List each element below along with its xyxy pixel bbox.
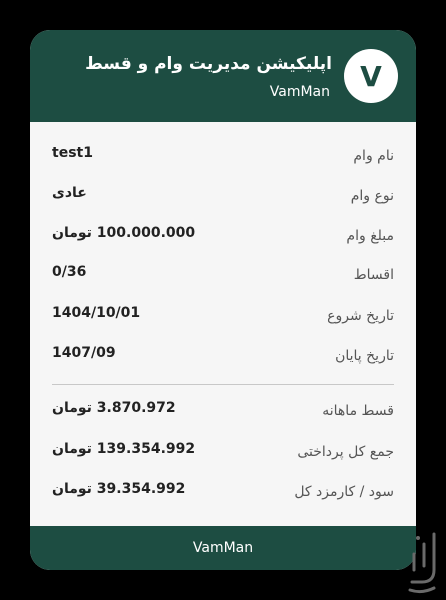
total-interest-label: سود / کارمزد کل bbox=[294, 484, 394, 500]
installments-value: 0/36 bbox=[52, 264, 87, 280]
loan-amount-value: 100.000.000 تومان bbox=[52, 225, 196, 241]
loan-type-value: عادی bbox=[52, 185, 87, 201]
loan-summary-card: V اپلیکیشن مدیریت وام و قسط VamMan نام و… bbox=[30, 30, 416, 570]
monthly-installment-label: قسط ماهانه bbox=[322, 403, 394, 419]
detail-row-loan-amount: مبلغ وام 100.000.000 تومان bbox=[52, 225, 394, 254]
bazaar-logo-icon bbox=[408, 532, 436, 594]
end-date-value: 1407/09 bbox=[52, 345, 116, 361]
summary-row-monthly-installment: قسط ماهانه 3.870.972 تومان bbox=[52, 400, 394, 429]
total-payment-value: 139.354.992 تومان bbox=[52, 441, 196, 457]
loan-type-label: نوع وام bbox=[350, 188, 394, 204]
installments-label: اقساط bbox=[353, 267, 394, 283]
detail-row-loan-type: نوع وام عادی bbox=[52, 185, 394, 214]
card-header: V اپلیکیشن مدیریت وام و قسط VamMan bbox=[30, 30, 416, 122]
end-date-label: تاریخ پایان bbox=[335, 348, 394, 364]
app-title: اپلیکیشن مدیریت وام و قسط bbox=[85, 54, 332, 74]
total-interest-value: 39.354.992 تومان bbox=[52, 481, 186, 497]
start-date-value: 1404/10/01 bbox=[52, 305, 141, 321]
detail-row-installments: اقساط 0/36 bbox=[52, 264, 394, 293]
start-date-label: تاریخ شروع bbox=[327, 308, 394, 324]
monthly-installment-value: 3.870.972 تومان bbox=[52, 400, 176, 416]
detail-row-start-date: تاریخ شروع 1404/10/01 bbox=[52, 305, 394, 334]
summary-row-total-interest: سود / کارمزد کل 39.354.992 تومان bbox=[52, 481, 394, 510]
section-divider bbox=[52, 384, 394, 385]
total-payment-label: جمع کل پرداختی bbox=[297, 444, 394, 460]
card-footer: VamMan bbox=[30, 526, 416, 570]
app-subtitle: VamMan bbox=[269, 84, 330, 100]
app-logo-icon: V bbox=[344, 49, 398, 103]
loan-name-value: test1 bbox=[52, 145, 93, 161]
loan-amount-label: مبلغ وام bbox=[346, 228, 394, 244]
summary-row-total-payment: جمع کل پرداختی 139.354.992 تومان bbox=[52, 441, 394, 470]
detail-row-end-date: تاریخ پایان 1407/09 bbox=[52, 345, 394, 374]
detail-row-loan-name: نام وام test1 bbox=[52, 145, 394, 174]
loan-name-label: نام وام bbox=[353, 148, 394, 164]
